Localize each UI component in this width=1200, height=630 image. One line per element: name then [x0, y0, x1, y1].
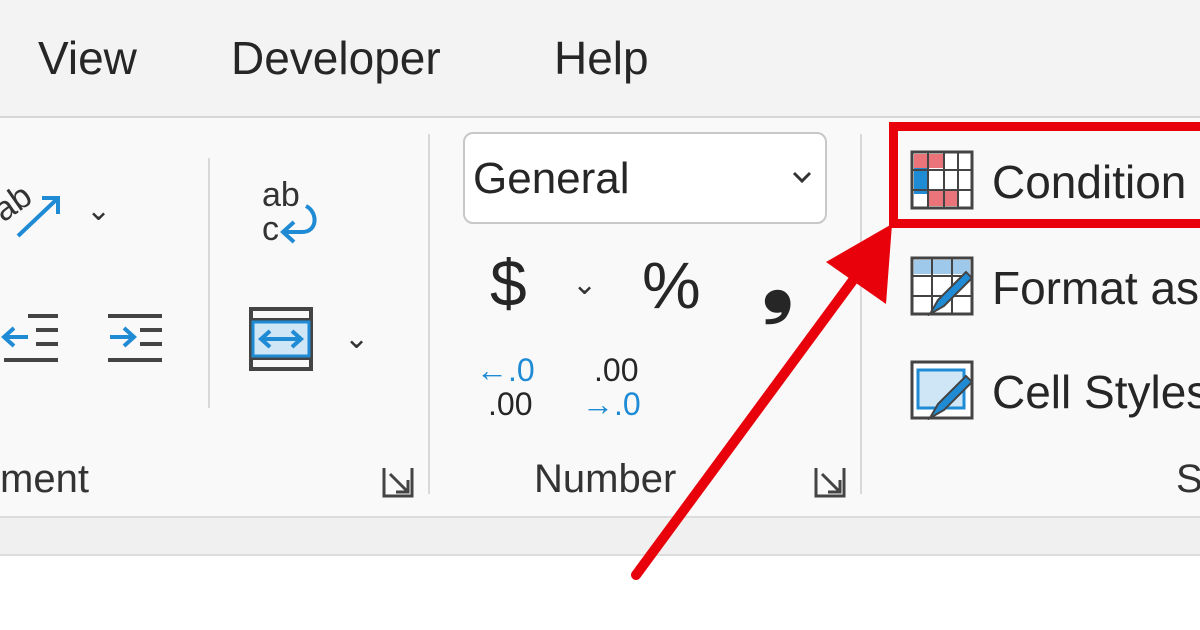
text-orientation-icon: ab [0, 177, 60, 238]
increase-indent-icon[interactable] [104, 306, 166, 368]
separator [208, 158, 210, 408]
group-label-number: Number [534, 457, 677, 501]
separator [860, 134, 862, 494]
comma-style-button[interactable]: ❟ [762, 240, 793, 320]
tab-help[interactable]: Help [554, 30, 649, 86]
increase-decimal-button[interactable]: ←.0 .00 [476, 354, 546, 424]
orientation-button[interactable]: ab ⌄ [0, 170, 120, 250]
separator [428, 134, 430, 494]
group-label-alignment: ment [0, 457, 89, 501]
group-label-styles: St [1176, 457, 1200, 501]
tab-view[interactable]: View [38, 30, 137, 86]
conditional-formatting-button[interactable]: Condition [910, 146, 1200, 216]
merge-cells-icon [249, 307, 313, 371]
ribbon-bottom-edge [0, 516, 1200, 556]
number-format-value: General [473, 154, 630, 203]
number-format-dropdown[interactable]: General [463, 132, 827, 224]
decrease-indent-icon[interactable] [0, 306, 62, 368]
percent-style-button[interactable]: % [642, 252, 701, 318]
conditional-formatting-label: Condition [992, 156, 1187, 208]
chevron-down-icon [792, 171, 812, 184]
conditional-formatting-icon [910, 150, 974, 210]
menu-bar: View Developer Help [0, 0, 1200, 118]
format-as-table-button[interactable]: Format as [910, 252, 1200, 322]
chevron-down-icon[interactable]: ⌄ [572, 270, 597, 300]
wrap-text-glyph-top: ab [262, 176, 300, 214]
dialog-launcher-icon[interactable] [812, 464, 848, 500]
wrap-text-icon[interactable]: ab c [252, 170, 322, 250]
decrease-decimal-top: .00 [594, 352, 639, 388]
dialog-launcher-icon[interactable] [380, 464, 416, 500]
chevron-down-icon[interactable]: ⌄ [86, 196, 111, 226]
chevron-down-icon[interactable]: ⌄ [344, 324, 369, 354]
increase-decimal-top: ←.0 [476, 352, 535, 388]
wrap-text-glyph-bottom: c [262, 210, 279, 248]
format-as-table-label: Format as [992, 262, 1200, 314]
decrease-decimal-bottom: →.0 [582, 386, 641, 422]
increase-decimal-bottom: .00 [488, 386, 533, 422]
format-as-table-icon [910, 256, 974, 316]
cell-styles-button[interactable]: Cell Styles [910, 356, 1200, 426]
tab-developer[interactable]: Developer [231, 30, 441, 86]
cell-styles-label: Cell Styles [992, 366, 1200, 418]
decrease-decimal-button[interactable]: .00 →.0 [582, 354, 652, 424]
cell-styles-icon [910, 360, 974, 420]
merge-center-button[interactable]: ⌄ [248, 306, 378, 372]
currency-format-button[interactable]: $ [490, 250, 527, 316]
